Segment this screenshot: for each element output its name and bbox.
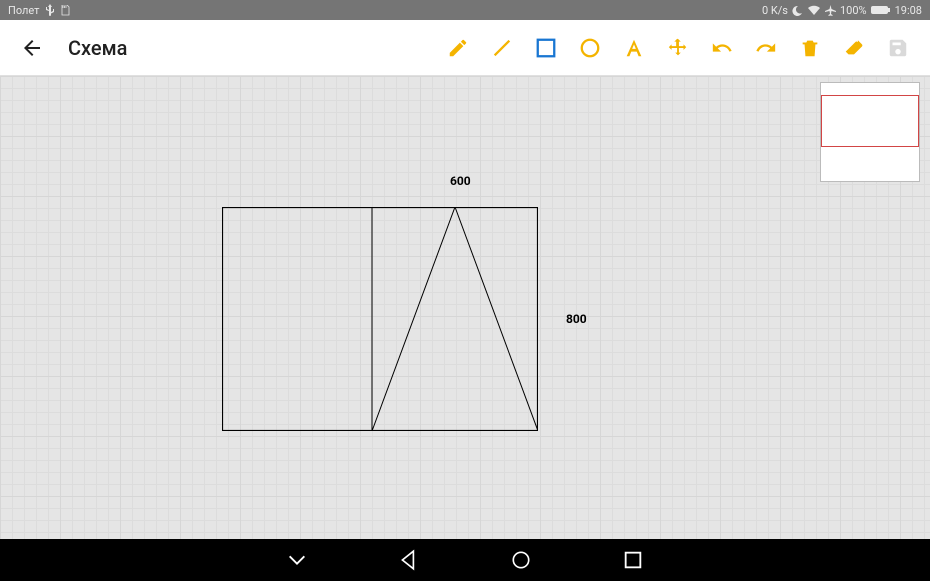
text-tool[interactable]	[614, 28, 654, 68]
network-label: Полет	[8, 4, 39, 17]
line-tool[interactable]	[482, 28, 522, 68]
trash-icon	[799, 37, 821, 59]
clock: 19:08	[895, 4, 922, 17]
undo-icon	[711, 37, 733, 59]
circle-tool[interactable]	[570, 28, 610, 68]
airplane-icon	[825, 5, 836, 16]
line-icon	[491, 37, 513, 59]
rectangle-tool[interactable]	[526, 28, 566, 68]
pencil-tool[interactable]	[438, 28, 478, 68]
minimap[interactable]	[820, 82, 920, 182]
status-left: Полет	[8, 4, 70, 17]
nav-home[interactable]	[510, 549, 532, 571]
dimension-height: 800	[566, 312, 587, 326]
speed-indicator: 0 K/s	[762, 4, 788, 17]
nav-recent[interactable]	[622, 549, 644, 571]
back-button[interactable]	[12, 28, 52, 68]
rectangle-icon	[535, 37, 557, 59]
battery-icon	[871, 5, 891, 15]
eraser-icon	[843, 37, 865, 59]
circle-icon	[579, 37, 601, 59]
wifi-icon	[807, 5, 821, 16]
dimension-width: 600	[450, 174, 471, 188]
eraser-tool[interactable]	[834, 28, 874, 68]
save-icon	[887, 37, 909, 59]
android-status-bar: Полет 0 K/s 100% 19:08	[0, 0, 930, 20]
drawing-shapes	[222, 207, 538, 431]
canvas[interactable]: 600 800	[0, 76, 930, 539]
redo-button[interactable]	[746, 28, 786, 68]
android-nav-bar	[0, 539, 930, 581]
nav-back[interactable]	[398, 549, 420, 571]
undo-button[interactable]	[702, 28, 742, 68]
minimap-viewport[interactable]	[821, 95, 919, 147]
delete-button[interactable]	[790, 28, 830, 68]
page-title: Схема	[68, 36, 434, 60]
pencil-icon	[447, 37, 469, 59]
move-icon	[667, 37, 689, 59]
arrow-back-icon	[20, 36, 44, 60]
moon-icon	[792, 5, 803, 16]
usb-icon	[45, 4, 55, 16]
save-button[interactable]	[878, 28, 918, 68]
nav-menu-caret[interactable]	[286, 549, 308, 571]
app-toolbar: Схема	[0, 20, 930, 76]
redo-icon	[755, 37, 777, 59]
text-icon	[623, 37, 645, 59]
move-tool[interactable]	[658, 28, 698, 68]
status-right: 0 K/s 100% 19:08	[762, 4, 922, 17]
sd-icon	[61, 5, 70, 16]
battery-percent: 100%	[840, 4, 867, 17]
